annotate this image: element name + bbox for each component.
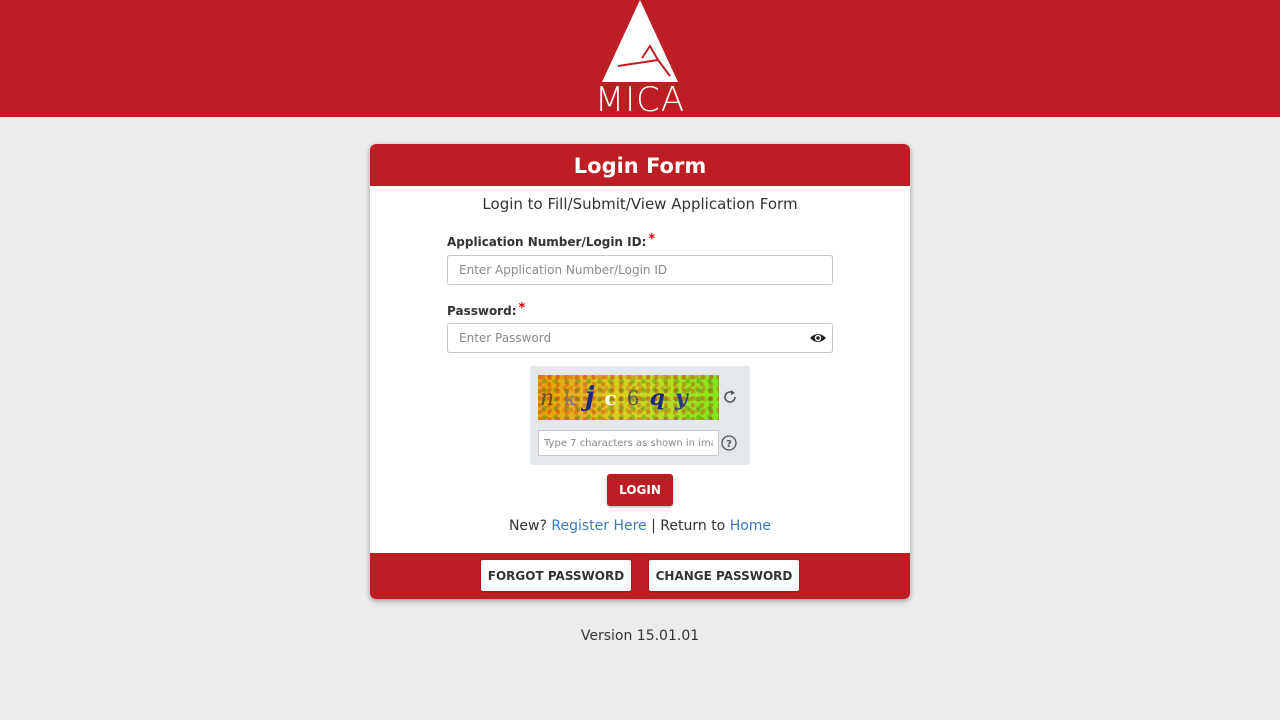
password-label: Password: * [447,301,526,320]
card-footer: FORGOT PASSWORD CHANGE PASSWORD [370,553,910,599]
login-id-label-text: Application Number/Login ID: [447,235,647,249]
new-prefix: New? [508,518,547,534]
required-mark: * [518,301,526,316]
card-title: Login Form [370,144,910,186]
register-link[interactable]: Register Here [551,518,646,534]
change-password-button[interactable]: CHANGE PASSWORD [649,560,799,591]
login-id-label: Application Number/Login ID: * [447,232,656,251]
password-label-text: Password: [447,304,517,318]
form-subtitle: Login to Fill/Submit/View Application Fo… [482,195,798,213]
forgot-password-button[interactable]: FORGOT PASSWORD [481,560,631,591]
version-text: Version 15.01.01 [580,628,700,644]
svg-text:?: ? [726,439,732,450]
password-input[interactable] [447,323,833,353]
required-mark: * [648,232,656,247]
mica-logo[interactable]: MICA [580,0,700,120]
login-id-input[interactable] [447,255,833,285]
logo-triangle-icon [602,0,678,82]
captcha-input[interactable] [538,430,719,456]
captcha-panel: nkjc6qy ? [530,366,750,465]
eye-icon[interactable] [809,331,827,345]
links-separator: | [651,518,656,534]
captcha-image: nkjc6qy [538,375,719,420]
home-link[interactable]: Home [730,518,771,534]
account-links: New? Register Here | Return to Home [370,516,910,536]
captcha-image-text: nkjc6qy [540,382,698,412]
logo-text: MICA [594,80,686,120]
login-card: Login Form Login to Fill/Submit/View App… [370,144,910,599]
return-prefix: Return to [660,518,726,534]
help-icon[interactable]: ? [721,435,737,451]
login-button[interactable]: LOGIN [607,474,673,506]
refresh-icon[interactable] [721,388,739,406]
page-header: MICA [0,0,1280,120]
